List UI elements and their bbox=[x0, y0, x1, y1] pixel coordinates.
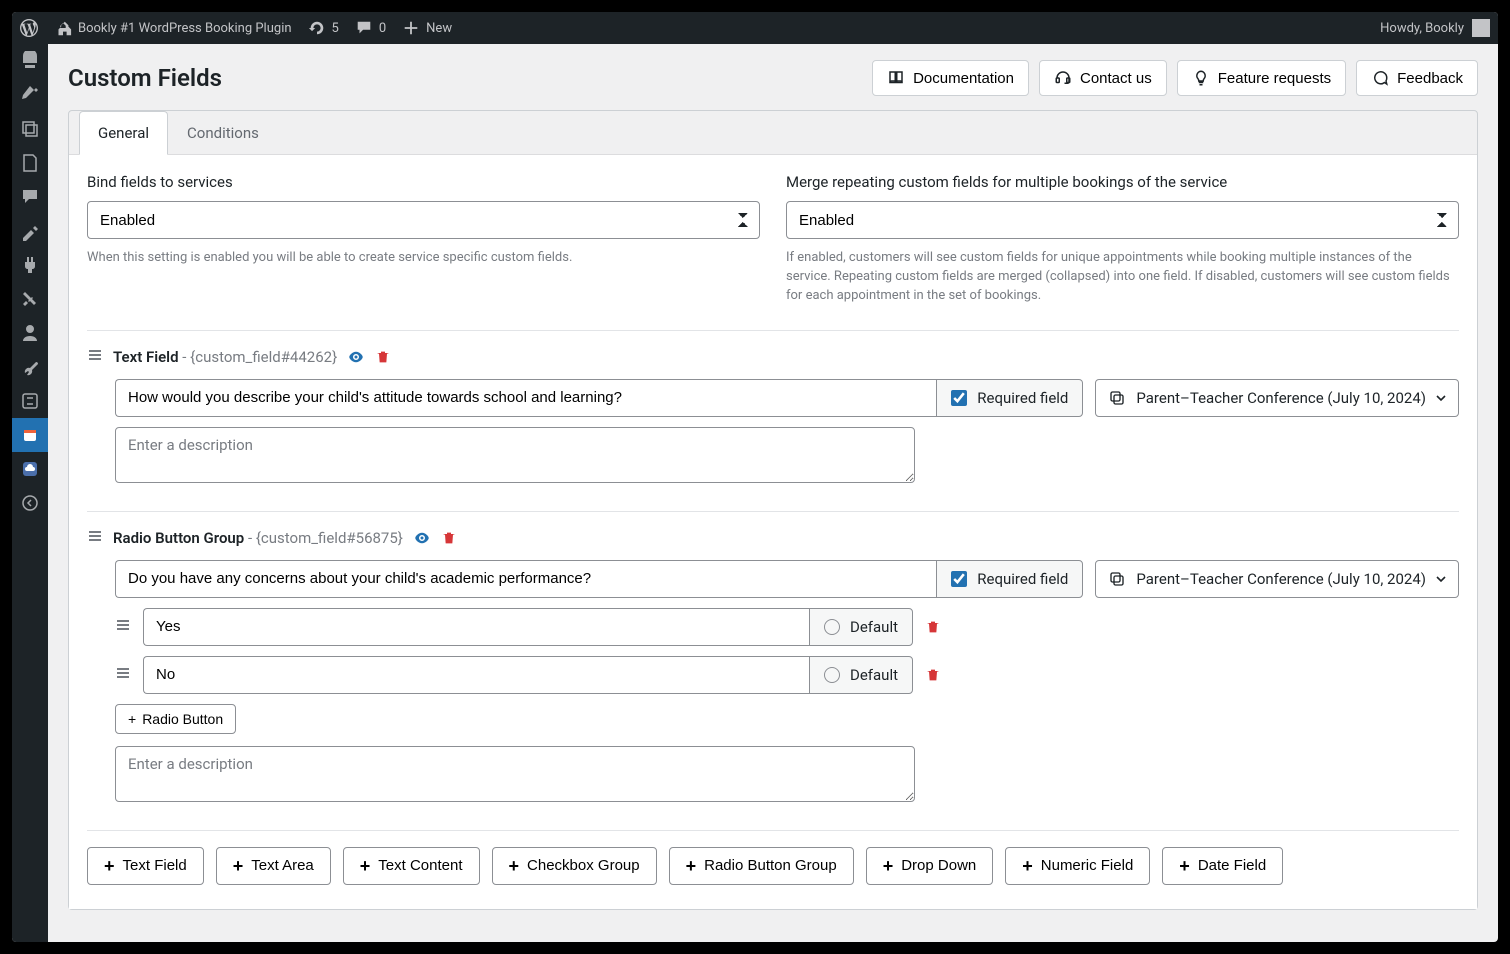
howdy-link[interactable]: Howdy, Bookly bbox=[1380, 21, 1464, 36]
copy-icon bbox=[1108, 389, 1126, 407]
plus-icon: + bbox=[233, 857, 244, 875]
bind-fields-label: Bind fields to services bbox=[87, 173, 760, 191]
drag-handle-icon[interactable] bbox=[87, 528, 103, 548]
plus-icon: + bbox=[104, 857, 115, 875]
drag-handle-icon[interactable] bbox=[87, 347, 103, 367]
chevron-down-icon bbox=[1436, 393, 1446, 403]
field-description-input[interactable] bbox=[115, 746, 915, 802]
custom-field-block: Text Field - {custom_field#44262} Requir… bbox=[87, 347, 1459, 487]
feedback-button[interactable]: Feedback bbox=[1356, 60, 1478, 96]
radio-icon[interactable] bbox=[824, 667, 840, 683]
sidebar-item-generic[interactable] bbox=[12, 384, 48, 418]
field-code: - {custom_field#56875} bbox=[248, 529, 403, 547]
documentation-button[interactable]: Documentation bbox=[872, 60, 1029, 96]
field-type-button-row: +Text Field +Text Area +Text Content +Ch… bbox=[87, 847, 1459, 885]
field-code: - {custom_field#44262} bbox=[182, 348, 337, 366]
field-question-input[interactable] bbox=[115, 560, 936, 598]
custom-field-block: Radio Button Group - {custom_field#56875… bbox=[87, 528, 1459, 806]
visibility-icon[interactable] bbox=[413, 529, 431, 547]
merge-fields-hint: If enabled, customers will see custom fi… bbox=[786, 249, 1459, 306]
headset-icon bbox=[1054, 69, 1072, 87]
delete-option-icon[interactable] bbox=[925, 667, 941, 683]
sidebar-item-settings[interactable] bbox=[12, 350, 48, 384]
page-title: Custom Fields bbox=[68, 64, 222, 92]
sidebar-item-dashboard[interactable] bbox=[12, 44, 48, 78]
plus-icon: + bbox=[128, 711, 136, 727]
sidebar-item-appearance[interactable] bbox=[12, 214, 48, 248]
copy-icon bbox=[1108, 570, 1126, 588]
drag-handle-icon[interactable] bbox=[115, 617, 131, 637]
required-toggle[interactable]: Required field bbox=[936, 379, 1083, 417]
required-checkbox[interactable] bbox=[951, 571, 967, 587]
field-description-input[interactable] bbox=[115, 427, 915, 483]
plus-icon: + bbox=[686, 857, 697, 875]
service-dropdown[interactable]: Parent–Teacher Conference (July 10, 2024… bbox=[1095, 379, 1459, 417]
plus-icon: + bbox=[360, 857, 371, 875]
add-radio-button-group-button[interactable]: +Radio Button Group bbox=[669, 847, 854, 885]
default-toggle[interactable]: Default bbox=[809, 656, 913, 694]
admin-sidebar bbox=[12, 44, 48, 942]
required-toggle[interactable]: Required field bbox=[936, 560, 1083, 598]
book-icon bbox=[887, 69, 905, 87]
sidebar-item-tools[interactable] bbox=[12, 282, 48, 316]
add-text-content-button[interactable]: +Text Content bbox=[343, 847, 480, 885]
add-date-field-button[interactable]: +Date Field bbox=[1162, 847, 1283, 885]
merge-fields-label: Merge repeating custom fields for multip… bbox=[786, 173, 1459, 191]
plus-icon: + bbox=[509, 857, 520, 875]
add-numeric-field-button[interactable]: +Numeric Field bbox=[1005, 847, 1150, 885]
wp-logo[interactable] bbox=[20, 19, 38, 37]
drag-handle-icon[interactable] bbox=[115, 665, 131, 685]
tabs: General Conditions bbox=[69, 111, 1477, 154]
visibility-icon[interactable] bbox=[347, 348, 365, 366]
default-toggle[interactable]: Default bbox=[809, 608, 913, 646]
sidebar-item-cloud[interactable] bbox=[12, 452, 48, 486]
add-text-field-button[interactable]: +Text Field bbox=[87, 847, 204, 885]
updates-link[interactable]: 5 bbox=[308, 19, 339, 37]
add-text-area-button[interactable]: +Text Area bbox=[216, 847, 331, 885]
sidebar-item-posts[interactable] bbox=[12, 78, 48, 112]
sidebar-item-comments[interactable] bbox=[12, 180, 48, 214]
plus-icon: + bbox=[1179, 857, 1190, 875]
delete-icon[interactable] bbox=[375, 349, 391, 365]
site-link[interactable]: Bookly #1 WordPress Booking Plugin bbox=[54, 19, 292, 37]
comment-icon bbox=[1371, 69, 1389, 87]
sidebar-item-plugins[interactable] bbox=[12, 248, 48, 282]
avatar[interactable] bbox=[1472, 19, 1490, 37]
tab-general[interactable]: General bbox=[79, 111, 168, 155]
service-dropdown[interactable]: Parent–Teacher Conference (July 10, 2024… bbox=[1095, 560, 1459, 598]
delete-icon[interactable] bbox=[441, 530, 457, 546]
add-radio-button[interactable]: + Radio Button bbox=[115, 704, 236, 734]
option-label-input[interactable] bbox=[143, 656, 809, 694]
sidebar-item-media[interactable] bbox=[12, 112, 48, 146]
plus-icon: + bbox=[1022, 857, 1033, 875]
option-label-input[interactable] bbox=[143, 608, 809, 646]
new-link[interactable]: New bbox=[402, 19, 452, 37]
delete-option-icon[interactable] bbox=[925, 619, 941, 635]
bind-fields-select[interactable]: Enabled bbox=[87, 201, 760, 239]
lightbulb-icon bbox=[1192, 69, 1210, 87]
sidebar-item-collapse[interactable] bbox=[12, 486, 48, 520]
bind-fields-hint: When this setting is enabled you will be… bbox=[87, 249, 760, 268]
add-checkbox-group-button[interactable]: +Checkbox Group bbox=[492, 847, 657, 885]
field-question-input[interactable] bbox=[115, 379, 936, 417]
field-type-label: Text Field bbox=[113, 348, 179, 366]
feature-requests-button[interactable]: Feature requests bbox=[1177, 60, 1346, 96]
contact-button[interactable]: Contact us bbox=[1039, 60, 1167, 96]
add-drop-down-button[interactable]: +Drop Down bbox=[866, 847, 994, 885]
sidebar-item-users[interactable] bbox=[12, 316, 48, 350]
required-checkbox[interactable] bbox=[951, 390, 967, 406]
admin-bar: Bookly #1 WordPress Booking Plugin 5 0 N… bbox=[12, 12, 1498, 44]
plus-icon: + bbox=[883, 857, 894, 875]
sidebar-item-bookly[interactable] bbox=[12, 418, 48, 452]
merge-fields-select[interactable]: Enabled bbox=[786, 201, 1459, 239]
chevron-down-icon bbox=[1436, 574, 1446, 584]
field-type-label: Radio Button Group bbox=[113, 529, 244, 547]
tab-conditions[interactable]: Conditions bbox=[168, 111, 278, 155]
sidebar-item-pages[interactable] bbox=[12, 146, 48, 180]
comments-link[interactable]: 0 bbox=[355, 19, 386, 37]
radio-icon[interactable] bbox=[824, 619, 840, 635]
